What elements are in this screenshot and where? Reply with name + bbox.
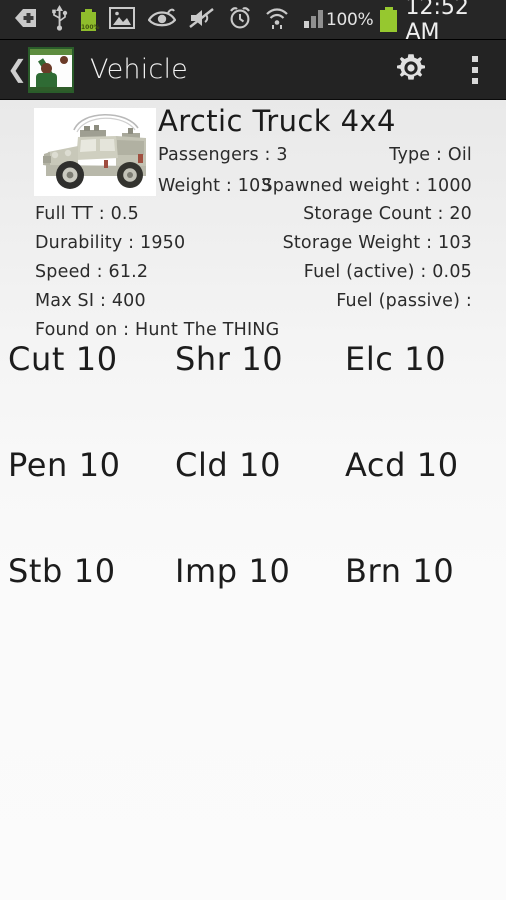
back-chevron-icon[interactable]: ❮ bbox=[7, 57, 27, 83]
action-bar: ❮ Vehicle bbox=[0, 40, 506, 100]
app-logo-icon[interactable] bbox=[28, 46, 74, 93]
mute-speaker-icon bbox=[189, 7, 215, 33]
stat-passengers: Passengers : 3 bbox=[158, 145, 288, 165]
damage-row: Pen 10 Cld 10 Acd 10 bbox=[0, 446, 506, 552]
vehicle-thumbnail[interactable] bbox=[34, 108, 156, 196]
usb-icon bbox=[51, 4, 68, 35]
damage-shr: Shr 10 bbox=[175, 340, 284, 378]
stat-durability: Durability : 1950 bbox=[35, 233, 186, 253]
damage-stb: Stb 10 bbox=[8, 552, 116, 590]
overflow-menu-button[interactable] bbox=[444, 55, 506, 84]
damage-row: Cut 10 Shr 10 Elc 10 bbox=[0, 340, 506, 446]
stat-weight: Weight : 103 bbox=[158, 176, 272, 196]
status-bar-left-icons: 100% bbox=[14, 4, 326, 35]
vehicle-hero: Arctic Truck 4x4 Passengers : 3 Type : O… bbox=[0, 100, 506, 200]
stat-fuel-active: Fuel (active) : 0.05 bbox=[303, 262, 472, 282]
settings-button[interactable] bbox=[378, 51, 444, 89]
damage-imp: Imp 10 bbox=[175, 552, 291, 590]
stat-speed: Speed : 61.2 bbox=[35, 262, 149, 282]
eye-icon bbox=[147, 8, 177, 32]
gear-icon bbox=[394, 51, 428, 89]
damage-elc: Elc 10 bbox=[345, 340, 447, 378]
stat-max-si: Max SI : 400 bbox=[35, 291, 146, 311]
damage-pen: Pen 10 bbox=[8, 446, 121, 484]
stat-spawned-weight: Spawned weight : 1000 bbox=[261, 176, 472, 196]
action-bar-actions bbox=[378, 51, 506, 89]
battery-100-icon: 100% bbox=[81, 8, 100, 31]
stat-storage-count: Storage Count : 20 bbox=[303, 204, 472, 224]
damage-row: Stb 10 Imp 10 Brn 10 bbox=[0, 552, 506, 658]
battery-percent-label: 100% bbox=[326, 9, 374, 30]
status-bar-right: 100% 12:52 AM bbox=[326, 0, 498, 45]
damage-resistance-grid: Cut 10 Shr 10 Elc 10 Pen 10 Cld 10 Acd 1… bbox=[0, 340, 506, 658]
overflow-menu-icon bbox=[472, 55, 478, 62]
gallery-image-icon bbox=[109, 6, 135, 33]
stat-found-on: Found on : Hunt The THING bbox=[35, 320, 280, 340]
clock-label: 12:52 AM bbox=[405, 0, 469, 45]
damage-acd: Acd 10 bbox=[345, 446, 459, 484]
overflow-menu-icon bbox=[472, 66, 478, 73]
page-title: Vehicle bbox=[90, 54, 188, 85]
stat-type: Type : Oil bbox=[389, 145, 472, 165]
battery-icon bbox=[380, 7, 398, 32]
stat-fuel-passive: Fuel (passive) : bbox=[336, 291, 472, 311]
battery-small-label: 100% bbox=[81, 23, 100, 31]
stat-storage-weight: Storage Weight : 103 bbox=[282, 233, 472, 253]
damage-brn: Brn 10 bbox=[345, 552, 455, 590]
damage-cld: Cld 10 bbox=[175, 446, 282, 484]
damage-cut: Cut 10 bbox=[8, 340, 118, 378]
download-plus-icon bbox=[14, 7, 38, 33]
wifi-icon bbox=[265, 7, 289, 33]
status-bar: 100% 100% 12:52 AM bbox=[0, 0, 506, 45]
vehicle-detail-content: Arctic Truck 4x4 Passengers : 3 Type : O… bbox=[0, 100, 506, 900]
stat-full-tt: Full TT : 0.5 bbox=[35, 204, 140, 224]
overflow-menu-icon bbox=[472, 77, 478, 84]
signal-bars-icon bbox=[302, 8, 326, 32]
vehicle-name: Arctic Truck 4x4 bbox=[158, 104, 396, 138]
alarm-clock-icon bbox=[228, 6, 252, 34]
